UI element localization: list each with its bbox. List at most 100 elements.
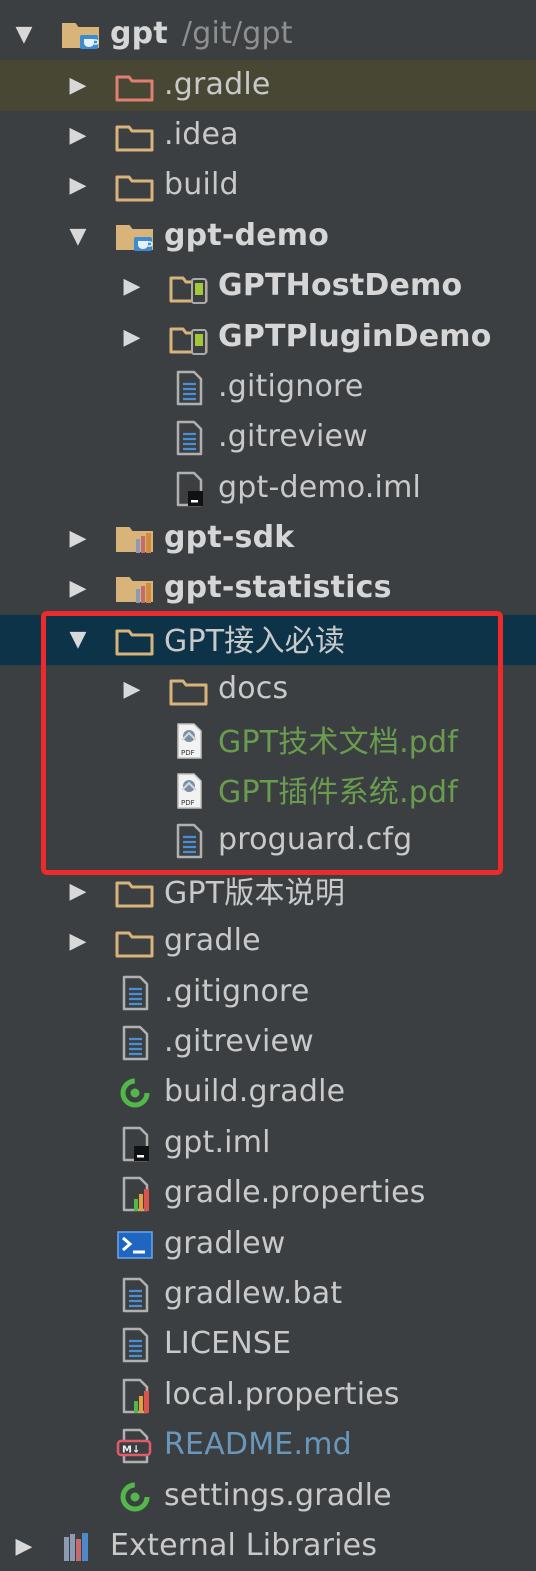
tree-row[interactable]: ▶ build <box>0 161 536 211</box>
expand-arrow-icon[interactable]: ▶ <box>118 273 146 301</box>
properties-file-icon <box>114 1378 158 1414</box>
tree-item-label: docs <box>218 671 288 706</box>
tree-item-label: gradle.properties <box>164 1175 426 1210</box>
svg-text:PDF: PDF <box>181 799 195 807</box>
tree-row[interactable]: local.properties <box>0 1371 536 1421</box>
tree-row[interactable]: proguard.cfg <box>0 816 536 866</box>
tree-item-name: External Libraries <box>110 1528 378 1564</box>
tree-row[interactable]: ▼ gpt/git/gpt <box>0 10 536 60</box>
properties-file-icon <box>114 1176 158 1212</box>
tree-row[interactable]: ▶ .gradle <box>0 60 536 111</box>
tree-row[interactable]: gradlew <box>0 1219 536 1269</box>
tree-row[interactable]: ▼ gpt-demo <box>0 212 536 262</box>
tree-row[interactable]: .gitreview <box>0 413 536 463</box>
tree-row[interactable]: PDF GPT技术文档.pdf <box>0 715 536 765</box>
tree-item-name: .idea <box>164 117 239 153</box>
library-module-icon <box>114 571 158 607</box>
expand-arrow-icon[interactable]: ▶ <box>64 72 92 100</box>
tree-item-name: GPT插件系统.pdf <box>218 775 459 811</box>
tree-item-name: .gitignore <box>218 369 364 405</box>
tree-item-name: gradlew.bat <box>164 1276 343 1312</box>
tree-row[interactable]: ▶ gradle <box>0 917 536 967</box>
module-folder-icon <box>114 219 158 255</box>
tree-item-label: local.properties <box>164 1377 400 1412</box>
tree-item-name: gpt.iml <box>164 1124 271 1160</box>
tree-row[interactable]: M↓ README.md <box>0 1421 536 1471</box>
expand-arrow-icon[interactable]: ▶ <box>64 525 92 553</box>
tree-row[interactable]: gradle.properties <box>0 1169 536 1219</box>
expand-arrow-icon[interactable]: ▶ <box>64 122 92 150</box>
tree-item-name: .gitreview <box>218 419 368 455</box>
tree-item-label: gpt-statistics <box>164 571 392 606</box>
tree-row[interactable]: build.gradle <box>0 1068 536 1118</box>
tree-item-name: .gitignore <box>164 973 310 1009</box>
project-tree: ▼ gpt/git/gpt ▶ .gradle ▶ .idea ▶ build ▼ gpt-d… <box>0 10 536 1571</box>
pdf-file-icon: PDF <box>168 722 212 759</box>
tree-item-name: README.md <box>164 1427 352 1463</box>
tree-item-name: GPT技术文档.pdf <box>218 724 459 760</box>
tree-item-label: proguard.cfg <box>218 823 412 858</box>
tree-row[interactable]: ▶ .idea <box>0 111 536 161</box>
tree-row[interactable]: .gitignore <box>0 967 536 1017</box>
tree-row[interactable]: gpt.iml <box>0 1119 536 1169</box>
tree-row[interactable]: ▶ docs <box>0 665 536 715</box>
tree-row[interactable]: PDF GPT插件系统.pdf <box>0 766 536 816</box>
tree-item-label: gpt-demo.iml <box>218 470 421 505</box>
tree-row[interactable]: gradlew.bat <box>0 1270 536 1320</box>
tree-item-name: gpt-demo <box>164 217 330 253</box>
tree-row[interactable]: .gitignore <box>0 363 536 413</box>
tree-row[interactable]: LICENSE <box>0 1320 536 1370</box>
tree-item-name: GPTPluginDemo <box>218 318 492 354</box>
collapse-arrow-icon[interactable]: ▼ <box>64 626 92 654</box>
expand-arrow-icon[interactable]: ▶ <box>64 928 92 956</box>
expand-arrow-icon[interactable]: ▶ <box>118 676 146 704</box>
tree-item-name: gpt-statistics <box>164 570 392 606</box>
tree-item-label: GPTHostDemo <box>218 268 462 303</box>
tree-item-name: build.gradle <box>164 1074 346 1110</box>
tree-item-label: gradle <box>164 923 261 958</box>
tree-row[interactable]: ▶ gpt-statistics <box>0 564 536 614</box>
tree-item-name: gpt-sdk <box>164 520 295 556</box>
tree-item-name: gpt <box>110 16 168 52</box>
module-folder-icon <box>60 17 104 53</box>
tree-item-label: .gitreview <box>218 419 368 454</box>
tree-item-label: .gradle <box>164 67 271 102</box>
tree-item-label: gpt-demo <box>164 218 329 253</box>
tree-item-label: gpt-sdk <box>164 520 294 555</box>
expand-arrow-icon[interactable]: ▶ <box>118 324 146 352</box>
expand-arrow-icon[interactable]: ▶ <box>64 172 92 200</box>
tree-row[interactable]: ▼ GPT接入必读 <box>0 614 536 666</box>
tree-row[interactable]: ▶ GPTHostDemo <box>0 262 536 312</box>
tree-row[interactable]: ▶ GPT版本说明 <box>0 867 536 917</box>
shell-script-icon <box>114 1227 158 1263</box>
tree-item-name: gpt-demo.iml <box>218 469 422 505</box>
tree-item-label: GPT技术文档.pdf <box>218 717 458 761</box>
folder-icon <box>114 874 158 910</box>
tree-item-label: LICENSE <box>164 1326 291 1361</box>
tree-item-label: .gitreview <box>164 1024 314 1059</box>
folder-icon <box>114 168 158 204</box>
collapse-arrow-icon[interactable]: ▼ <box>64 223 92 251</box>
tree-item-label: gpt.iml <box>164 1125 271 1160</box>
iml-file-icon <box>168 471 212 507</box>
tree-row[interactable]: .gitreview <box>0 1018 536 1068</box>
expand-arrow-icon[interactable]: ▶ <box>64 575 92 603</box>
tree-row[interactable]: ▶ External Libraries <box>0 1522 536 1571</box>
gradle-file-icon <box>114 1075 158 1111</box>
tree-row[interactable]: gpt-demo.iml <box>0 464 536 514</box>
tree-item-label: build.gradle <box>164 1074 345 1109</box>
svg-text:M↓: M↓ <box>122 1445 140 1456</box>
tree-item-name: build <box>164 167 239 203</box>
tree-row[interactable]: ▶ gpt-sdk <box>0 514 536 564</box>
tree-item-label: gradlew <box>164 1226 286 1261</box>
tree-item-name: gradlew <box>164 1225 286 1261</box>
tree-row[interactable]: settings.gradle <box>0 1471 536 1521</box>
collapse-arrow-icon[interactable]: ▼ <box>10 21 38 49</box>
library-module-icon <box>114 521 158 557</box>
expand-arrow-icon[interactable]: ▶ <box>64 878 92 906</box>
pdf-file-icon: PDF <box>168 773 212 809</box>
expand-arrow-icon[interactable]: ▶ <box>10 1533 38 1561</box>
tree-item-name: GPT版本说明 <box>164 876 346 912</box>
tree-row[interactable]: ▶ GPTPluginDemo <box>0 312 536 362</box>
text-file-icon <box>114 975 158 1011</box>
